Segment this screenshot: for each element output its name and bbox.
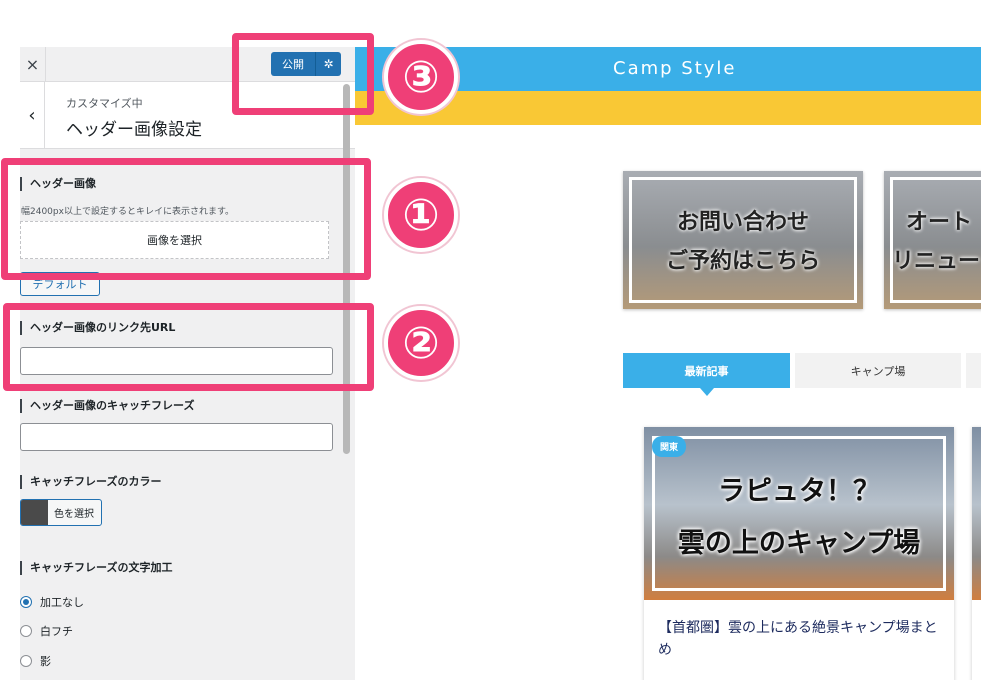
highlight-link-url xyxy=(3,303,374,391)
category-badge[interactable]: 関東 xyxy=(652,436,687,457)
radio-button[interactable] xyxy=(20,625,32,637)
text-effect-title: キャッチフレーズの文字加工 xyxy=(20,561,172,575)
radio-label: 白フチ xyxy=(40,625,73,638)
tab-campsite[interactable]: キャンプ場 xyxy=(795,353,961,388)
tab-caret xyxy=(700,388,714,396)
banner-frame xyxy=(629,177,857,303)
article-title[interactable]: 【首都圏】雲の上にある絶景キャンプ場まとめ xyxy=(658,617,940,661)
thumbnail-frame xyxy=(652,436,946,591)
catch-color-title: キャッチフレーズのカラー xyxy=(20,475,161,489)
highlight-header-image xyxy=(1,158,371,280)
article-thumbnail xyxy=(972,427,981,600)
highlight-publish xyxy=(232,33,374,115)
annotation-number-2: ② xyxy=(384,306,458,380)
radio-label: 影 xyxy=(40,655,51,668)
color-swatch xyxy=(21,500,48,525)
radio-button[interactable] xyxy=(20,596,32,608)
banner-contact[interactable]: お問い合わせ ご予約はこちら xyxy=(623,171,863,309)
tab-more[interactable] xyxy=(966,353,981,388)
radio-option-none[interactable]: 加工なし xyxy=(20,594,84,610)
radio-option-shadow[interactable]: 影 xyxy=(20,653,51,669)
radio-button[interactable] xyxy=(20,655,32,667)
site-title[interactable]: Camp Style xyxy=(613,58,737,79)
color-picker-label: 色を選択 xyxy=(54,509,94,520)
catchphrase-title: ヘッダー画像のキャッチフレーズ xyxy=(20,399,194,413)
thumbnail-text: 雲の上のキャンプ場 xyxy=(677,528,921,559)
color-picker-button[interactable]: 色を選択 xyxy=(20,499,102,526)
banner-frame xyxy=(890,177,981,303)
catchphrase-input[interactable] xyxy=(20,423,333,451)
banner-line: ご予約はこちら xyxy=(665,249,820,274)
article-thumbnail: 関東 ラピュタ！？ 雲の上のキャンプ場 xyxy=(644,427,954,600)
annotation-number-3: ③ xyxy=(384,40,458,114)
banner-line: お問い合わせ xyxy=(676,210,809,235)
annotation-number-1: ① xyxy=(384,178,458,252)
banner-renewal[interactable]: オート リニュー xyxy=(884,171,981,309)
radio-option-white-edge[interactable]: 白フチ xyxy=(20,623,73,639)
article-card[interactable] xyxy=(972,427,981,680)
tab-latest[interactable]: 最新記事 xyxy=(623,353,790,388)
radio-label: 加工なし xyxy=(40,596,84,609)
banner-line: リニュー xyxy=(892,249,981,274)
banner-line: オート xyxy=(906,210,973,235)
article-card[interactable]: 関東 ラピュタ！？ 雲の上のキャンプ場 【首都圏】雲の上にある絶景キャンプ場まと… xyxy=(644,427,954,680)
thumbnail-text: ラピュタ！？ xyxy=(718,476,880,507)
